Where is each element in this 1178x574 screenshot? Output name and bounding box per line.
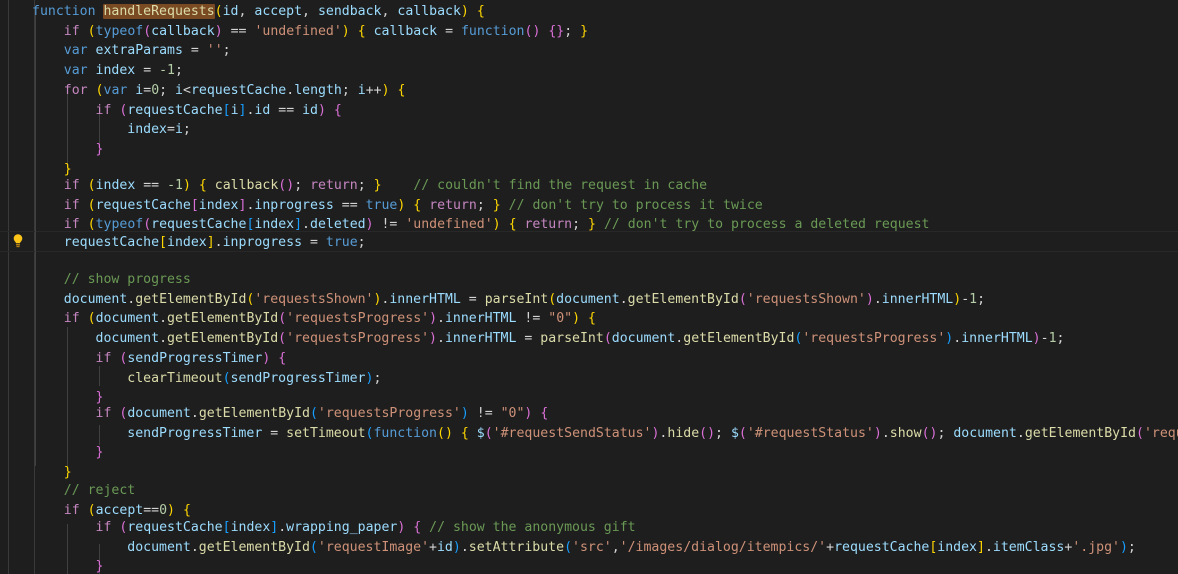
code-line[interactable]: clearTimeout(sendProgressTimer); <box>0 369 381 389</box>
code-line[interactable]: if (requestCache[i].id == id) { <box>0 101 342 121</box>
code-line[interactable]: document.getElementById('requestsShown')… <box>0 290 985 310</box>
code-line[interactable]: if (index == -1) { callback(); return; }… <box>0 176 707 196</box>
code-line[interactable]: // show progress <box>0 270 191 290</box>
code-line[interactable]: index=i; <box>0 120 191 140</box>
code-line[interactable]: document.getElementById('requestImage'+i… <box>0 538 1136 558</box>
code-line-current[interactable]: requestCache[index].inprogress = true; <box>0 233 366 253</box>
code-line[interactable]: if (requestCache[index].inprogress == tr… <box>0 196 763 216</box>
code-line[interactable]: } <box>0 557 104 574</box>
lightbulb-icon[interactable] <box>10 233 26 249</box>
code-line[interactable]: var extraParams = ''; <box>0 41 231 61</box>
code-editor[interactable]: } function handleRequests(id, accept, se… <box>0 0 1178 574</box>
clipped-previous-line: } <box>0 0 72 3</box>
code-line[interactable]: if (typeof(callback) == 'undefined') { c… <box>0 22 588 42</box>
code-line[interactable]: } <box>0 463 72 483</box>
code-line[interactable]: if (sendProgressTimer) { <box>0 349 287 369</box>
code-line[interactable]: var index = -1; <box>0 61 183 81</box>
code-line[interactable]: if (document.getElementById('requestsPro… <box>0 404 549 424</box>
code-line[interactable]: document.getElementById('requestsProgres… <box>0 329 1065 349</box>
code-line[interactable]: // reject <box>0 481 135 501</box>
code-line[interactable]: } <box>0 443 104 463</box>
code-line[interactable]: if (document.getElementById('requestsPro… <box>0 309 596 329</box>
code-line[interactable]: if (requestCache[index].wrapping_paper) … <box>0 518 636 538</box>
code-line[interactable]: sendProgressTimer = setTimeout(function(… <box>0 424 1178 444</box>
code-content[interactable]: function handleRequests(id, accept, send… <box>0 0 1178 574</box>
code-line[interactable]: function handleRequests(id, accept, send… <box>0 2 485 22</box>
code-line[interactable]: } <box>0 140 104 160</box>
code-line[interactable]: for (var i=0; i<requestCache.length; i++… <box>0 81 406 101</box>
